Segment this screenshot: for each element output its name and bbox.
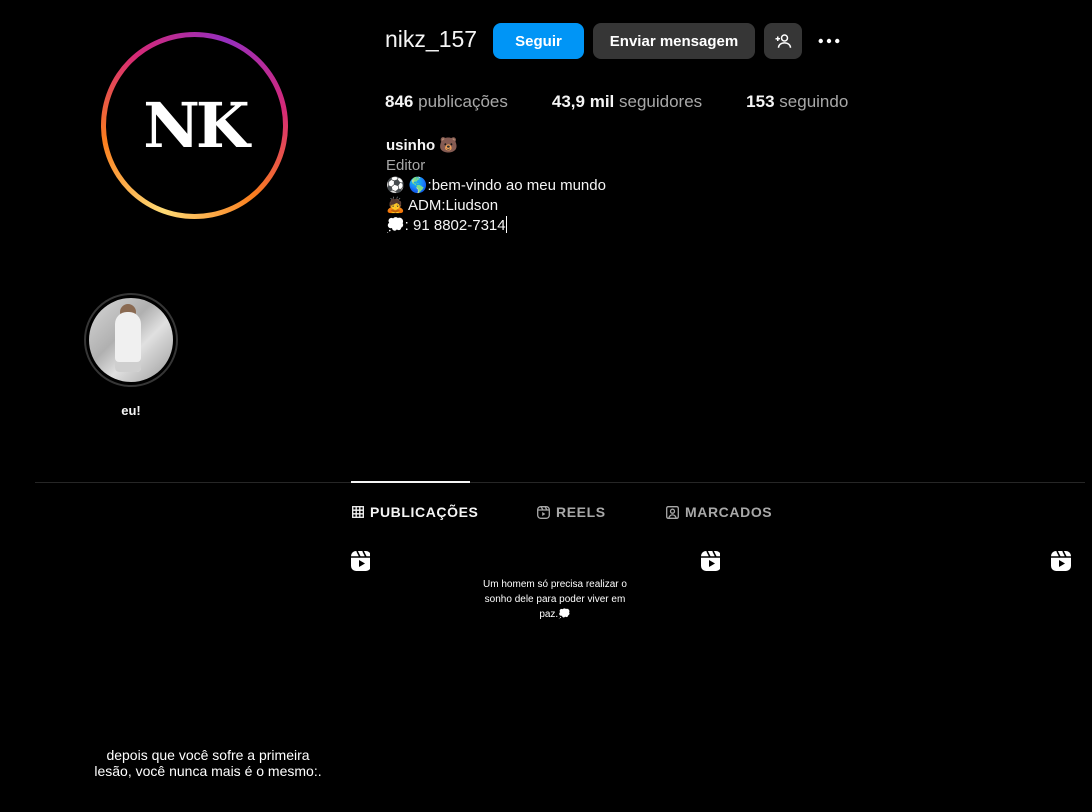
avatar-image: NK (106, 37, 283, 214)
bio-display-name: usinho 🐻 (386, 137, 459, 154)
post-tile[interactable] (720, 540, 1071, 812)
story-highlight[interactable] (84, 293, 178, 387)
followers-stat[interactable]: 43,9 mil seguidores (552, 92, 702, 112)
bio-line-1: ⚽ 🌎:bem-vindo ao meu mundo (386, 177, 606, 194)
active-tab-indicator (351, 481, 470, 483)
bio-line-2: 🙇 ADM:Liudson (386, 197, 499, 214)
reel-icon (1051, 550, 1071, 571)
following-stat[interactable]: 153 seguindo (746, 92, 848, 112)
bio-line-3: 💭: 91 8802-7314 (386, 216, 606, 236)
highlight-cover-figure (115, 312, 141, 372)
post-caption: depois que você sofre a primeira lesão, … (94, 747, 322, 779)
profile-avatar[interactable]: NK (101, 32, 288, 219)
grid-icon (352, 506, 364, 518)
text-cursor (505, 216, 507, 233)
bio-category: Editor (386, 157, 426, 174)
following-label: seguindo (779, 92, 849, 111)
reel-icon (351, 550, 371, 571)
posts-stat: 846 publicações (385, 92, 508, 112)
tab-publicacoes-label: PUBLICAÇÕES (370, 504, 479, 520)
followers-count: 43,9 mil (551, 92, 615, 111)
tab-marcados[interactable]: MARCADOS (666, 504, 772, 520)
profile-bio: usinho 🐻 Editor ⚽ 🌎:bem-vindo ao meu mun… (386, 136, 606, 236)
more-options-icon (818, 38, 840, 44)
tabs-divider (35, 482, 1085, 483)
tab-reels[interactable]: REELS (537, 504, 606, 520)
tagged-icon (666, 505, 679, 519)
reel-icon (701, 550, 721, 571)
avatar-logo-text: NK (143, 89, 250, 162)
profile-page: NK nikz_157 Seguir Enviar mensagem 846 p… (0, 0, 1092, 812)
reels-icon (537, 505, 550, 519)
more-options-button[interactable] (812, 23, 846, 59)
profile-username: nikz_157 (385, 26, 478, 52)
tab-publicacoes[interactable]: PUBLICAÇÕES (352, 504, 479, 520)
post-tile[interactable]: depois que você sofre a primeira lesão, … (0, 540, 371, 812)
following-count: 153 (746, 92, 775, 111)
tab-marcados-label: MARCADOS (685, 504, 773, 520)
person-plus-icon (775, 34, 792, 48)
highlight-cover-image (89, 298, 173, 382)
highlight-label: eu! (121, 403, 141, 418)
post-tile[interactable]: Um homem só precisa realizar o sonho del… (370, 540, 721, 812)
suggest-accounts-button[interactable] (764, 23, 802, 59)
bio-line-3-text: 💭: 91 8802-7314 (386, 217, 506, 234)
posts-count: 846 (385, 92, 414, 111)
tab-reels-label: REELS (556, 504, 606, 520)
followers-label: seguidores (619, 92, 703, 111)
send-message-button[interactable]: Enviar mensagem (593, 23, 755, 59)
posts-label: publicações (418, 92, 508, 111)
profile-stats: 846 publicações 43,9 mil seguidores 153 … (385, 92, 892, 112)
post-caption: Um homem só precisa realizar o sonho del… (483, 579, 627, 620)
follow-button[interactable]: Seguir (493, 23, 584, 59)
